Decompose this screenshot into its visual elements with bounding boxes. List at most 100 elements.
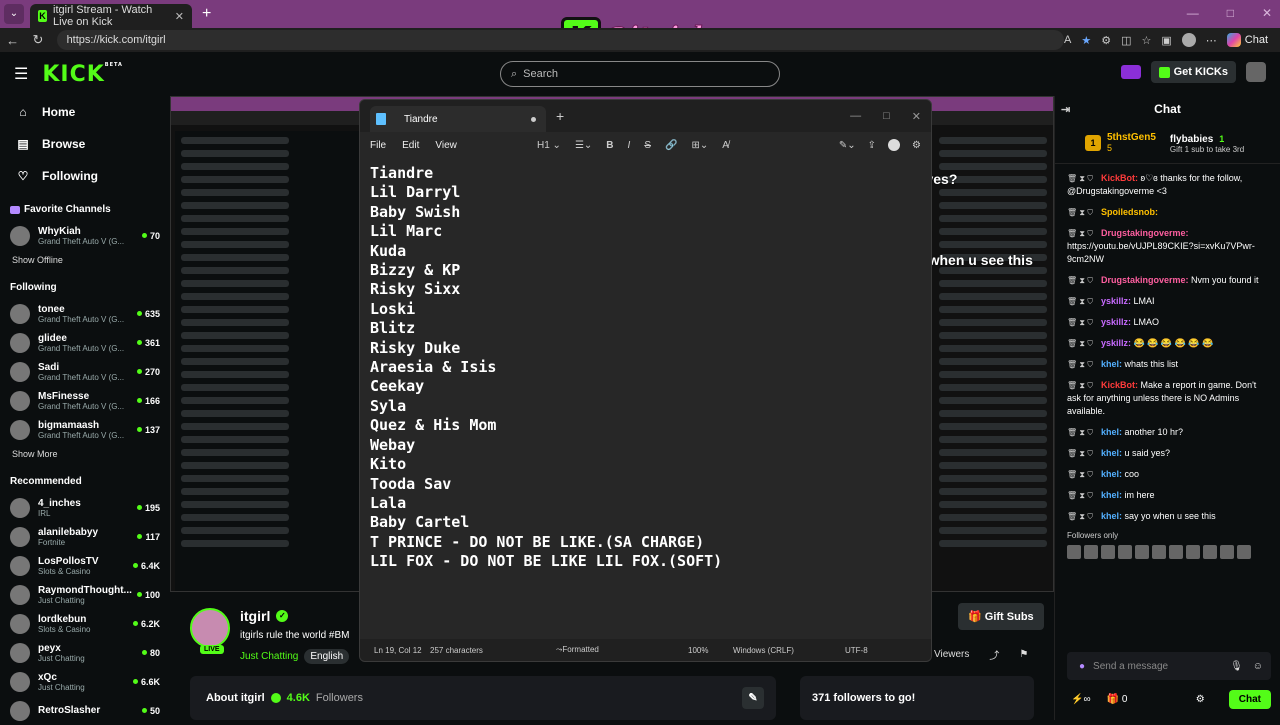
- clear-format-icon[interactable]: A̸: [722, 140, 729, 151]
- notepad-text-area[interactable]: Tiandre Lil Darryl Baby Swish Lil Marc Kuda B…: [360, 158, 931, 631]
- user-avatar[interactable]: [1246, 62, 1266, 82]
- strikethrough-icon[interactable]: S: [644, 140, 651, 151]
- copilot-button[interactable]: Chat: [1226, 33, 1268, 47]
- gift-subs-button[interactable]: 🎁 Gift Subs: [958, 603, 1044, 630]
- tab-close-icon[interactable]: ✕: [175, 10, 184, 23]
- language-tag[interactable]: English: [304, 649, 350, 664]
- maximize-button[interactable]: □: [1227, 6, 1234, 20]
- channel-item[interactable]: glidee Grand Theft Auto V (G... 361: [0, 328, 170, 357]
- line-ending[interactable]: Windows (CRLF): [733, 646, 794, 655]
- streamer-name[interactable]: itgirl: [240, 608, 270, 624]
- chat-username[interactable]: khel:: [1101, 427, 1122, 437]
- kick-logo[interactable]: KICKBETA: [42, 62, 123, 87]
- browser-tab[interactable]: K itgirl Stream - Watch Live on Kick ✕: [30, 4, 192, 28]
- split-icon[interactable]: ◫: [1121, 34, 1131, 47]
- notepad-maximize-button[interactable]: □: [883, 110, 890, 123]
- notepad-close-button[interactable]: ✕: [912, 110, 921, 123]
- collapse-chat-icon[interactable]: ⇥: [1061, 103, 1070, 116]
- channel-item[interactable]: peyx Just Chatting 80: [0, 638, 170, 667]
- channel-item[interactable]: xQc Just Chatting 6.6K: [0, 667, 170, 696]
- streamer-avatar[interactable]: LIVE: [190, 608, 230, 654]
- channel-item[interactable]: WhyKiah Grand Theft Auto V (G... 70: [0, 221, 170, 250]
- chat-username[interactable]: Spoiledsnob:: [1101, 207, 1158, 217]
- italic-icon[interactable]: I: [628, 140, 631, 151]
- search-input[interactable]: ⌕ Search: [500, 61, 780, 87]
- voice-icon[interactable]: ●: [1079, 661, 1085, 672]
- channel-item[interactable]: Sadi Grand Theft Auto V (G... 270: [0, 357, 170, 386]
- send-chat-button[interactable]: Chat: [1228, 689, 1271, 709]
- reload-icon[interactable]: ↻: [25, 32, 50, 48]
- list-icon[interactable]: ☰⌄: [575, 140, 592, 151]
- points-icon[interactable]: ⚡∞: [1071, 694, 1091, 705]
- read-aloud-icon[interactable]: A: [1064, 34, 1071, 46]
- chat-username[interactable]: khel:: [1101, 448, 1122, 458]
- share-icon[interactable]: ⤴: [989, 647, 999, 662]
- get-kicks-button[interactable]: Get KICKs: [1150, 61, 1236, 83]
- chat-settings-icon[interactable]: ⚙: [1196, 694, 1205, 705]
- chat-username[interactable]: khel:: [1101, 490, 1122, 500]
- favorites-icon[interactable]: ☆: [1141, 34, 1151, 47]
- channel-item[interactable]: tonee Grand Theft Auto V (G... 635: [0, 299, 170, 328]
- close-window-button[interactable]: ✕: [1262, 6, 1272, 20]
- drops-icon[interactable]: [1120, 65, 1141, 79]
- encoding[interactable]: UTF-8: [845, 646, 868, 655]
- back-icon[interactable]: ←: [0, 33, 25, 48]
- chat-username[interactable]: yskillz:: [1101, 296, 1131, 306]
- chat-username[interactable]: khel:: [1101, 359, 1122, 369]
- category-link[interactable]: Just Chatting: [240, 651, 298, 662]
- settings-gear-icon[interactable]: ⚙: [912, 140, 921, 151]
- notepad-new-tab-button[interactable]: +: [556, 108, 564, 124]
- new-tab-button[interactable]: +: [202, 5, 211, 23]
- edit-icon[interactable]: ✎: [742, 687, 764, 709]
- channel-item[interactable]: alanilebabyy Fortnite 117: [0, 522, 170, 551]
- notepad-minimize-button[interactable]: —: [850, 110, 861, 123]
- menu-file[interactable]: File: [370, 140, 386, 151]
- chat-username[interactable]: KickBot:: [1101, 173, 1138, 183]
- chat-username[interactable]: yskillz:: [1101, 317, 1131, 327]
- menu-edit[interactable]: Edit: [402, 140, 419, 151]
- emoji-icon[interactable]: ☺: [1253, 661, 1263, 672]
- channel-item[interactable]: MsFinesse Grand Theft Auto V (G... 166: [0, 386, 170, 415]
- url-field[interactable]: https://kick.com/itgirl: [56, 30, 1064, 50]
- chat-username[interactable]: Drugstakingoverme:: [1101, 228, 1189, 238]
- chat-username[interactable]: khel:: [1101, 469, 1122, 479]
- menu-view[interactable]: View: [435, 140, 457, 151]
- chat-username[interactable]: Drugstakingoverme:: [1101, 275, 1189, 285]
- heading-dropdown[interactable]: H1 ⌄: [537, 140, 561, 151]
- gift-icon[interactable]: 🎁 0: [1107, 694, 1128, 705]
- link-icon[interactable]: 🔗: [665, 140, 677, 151]
- sidebar-item-following[interactable]: ♡ Following: [0, 160, 170, 192]
- sidebar-item-home[interactable]: ⌂ Home: [0, 96, 170, 128]
- channel-item[interactable]: 4_inches IRL 195: [0, 493, 170, 522]
- minimize-button[interactable]: —: [1187, 6, 1199, 20]
- show-offline-link[interactable]: Show Offline: [0, 250, 170, 270]
- chat-username[interactable]: yskillz:: [1101, 338, 1131, 348]
- channel-item[interactable]: RetroSlasher 50: [0, 696, 170, 725]
- collections-icon[interactable]: ▣: [1161, 34, 1171, 47]
- bold-icon[interactable]: B: [606, 140, 613, 151]
- account-avatar[interactable]: [888, 139, 901, 151]
- share-icon[interactable]: ⇪: [868, 140, 876, 151]
- tab-actions-button[interactable]: ⌄: [4, 4, 24, 24]
- copilot-tools-icon[interactable]: ✎⌄: [839, 140, 856, 151]
- favorite-star-icon[interactable]: ★: [1081, 34, 1091, 47]
- channel-item[interactable]: bigmamaash Grand Theft Auto V (G... 137: [0, 415, 170, 444]
- table-icon[interactable]: ⊞⌄: [691, 140, 708, 151]
- channel-item[interactable]: RaymondThought... Just Chatting 100: [0, 580, 170, 609]
- chat-input[interactable]: ● Send a message 🎙 ☺: [1067, 652, 1271, 680]
- chat-username[interactable]: khel:: [1101, 511, 1122, 521]
- report-icon[interactable]: ⚑: [1019, 649, 1028, 660]
- extensions-icon[interactable]: ⚙: [1101, 34, 1111, 47]
- more-icon[interactable]: ⋯: [1206, 34, 1217, 47]
- format-indicator[interactable]: ⤳ Formatted: [556, 645, 599, 655]
- channel-item[interactable]: LosPollosTV Slots & Casino 6.4K: [0, 551, 170, 580]
- notepad-tab[interactable]: Tiandre: [370, 106, 546, 132]
- profile-avatar[interactable]: [1181, 33, 1196, 47]
- channel-item[interactable]: lordkebun Slots & Casino 6.2K: [0, 609, 170, 638]
- chat-username[interactable]: KickBot:: [1101, 380, 1138, 390]
- zoom-level[interactable]: 100%: [688, 646, 708, 655]
- sidebar-item-browse[interactable]: ▤ Browse: [0, 128, 170, 160]
- menu-icon[interactable]: ☰: [14, 64, 28, 84]
- show-more-link[interactable]: Show More: [0, 444, 170, 464]
- mic-icon[interactable]: 🎙: [1230, 661, 1243, 672]
